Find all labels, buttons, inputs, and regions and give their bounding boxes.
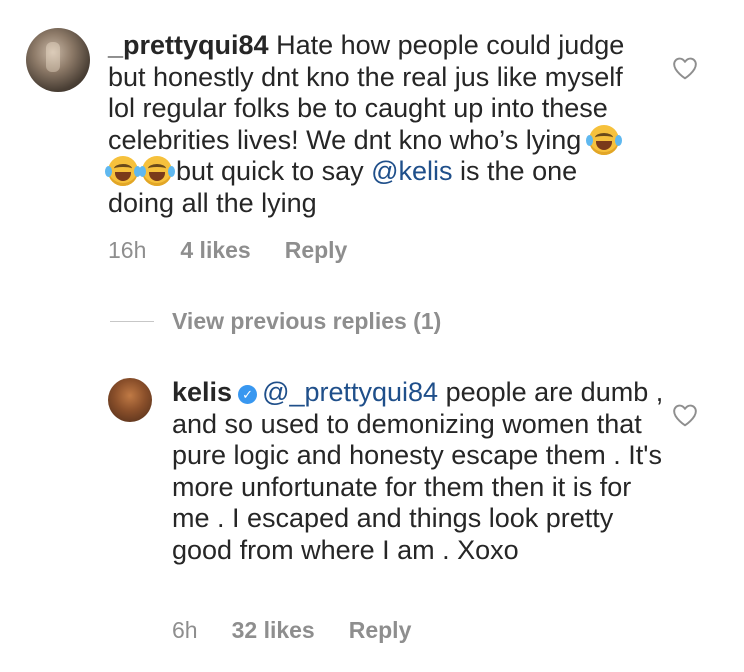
mention-link[interactable]: @kelis [371, 156, 452, 186]
comment-username[interactable]: _prettyqui84 [108, 30, 269, 60]
reply-likes-count[interactable]: 32 likes [232, 617, 315, 644]
reply-meta: 6h 32 likes Reply [172, 617, 411, 644]
view-previous-replies-label: View previous replies (1) [172, 308, 442, 334]
comment-meta: 16h 4 likes Reply [108, 237, 347, 264]
comment-likes-count[interactable]: 4 likes [180, 237, 250, 264]
reply-body: kelis ✓ @_prettyqui84 people are dumb , an… [172, 377, 672, 566]
heart-icon[interactable] [672, 403, 698, 427]
comment-timestamp: 16h [108, 237, 147, 263]
reply-button[interactable]: Reply [349, 617, 412, 644]
avatar[interactable] [108, 378, 152, 422]
view-previous-replies-button[interactable]: View previous replies (1) [110, 308, 441, 335]
comment-body: _prettyqui84 Hate how people could judge… [105, 30, 648, 219]
heart-icon[interactable] [672, 56, 698, 80]
face-with-tears-of-joy-emoji-icon [105, 156, 141, 186]
verified-badge-icon: ✓ [238, 385, 258, 404]
face-with-tears-of-joy-emoji-icon [585, 124, 622, 155]
reply-username[interactable]: kelis [172, 377, 232, 407]
mention-link[interactable]: @_prettyqui84 [262, 377, 438, 407]
avatar[interactable] [26, 28, 90, 92]
reply-timestamp: 6h [172, 617, 198, 643]
divider-line [110, 321, 154, 322]
reply-button[interactable]: Reply [285, 237, 348, 264]
face-with-tears-of-joy-emoji-icon [139, 156, 175, 186]
comment-text: but quick to say [176, 156, 372, 186]
